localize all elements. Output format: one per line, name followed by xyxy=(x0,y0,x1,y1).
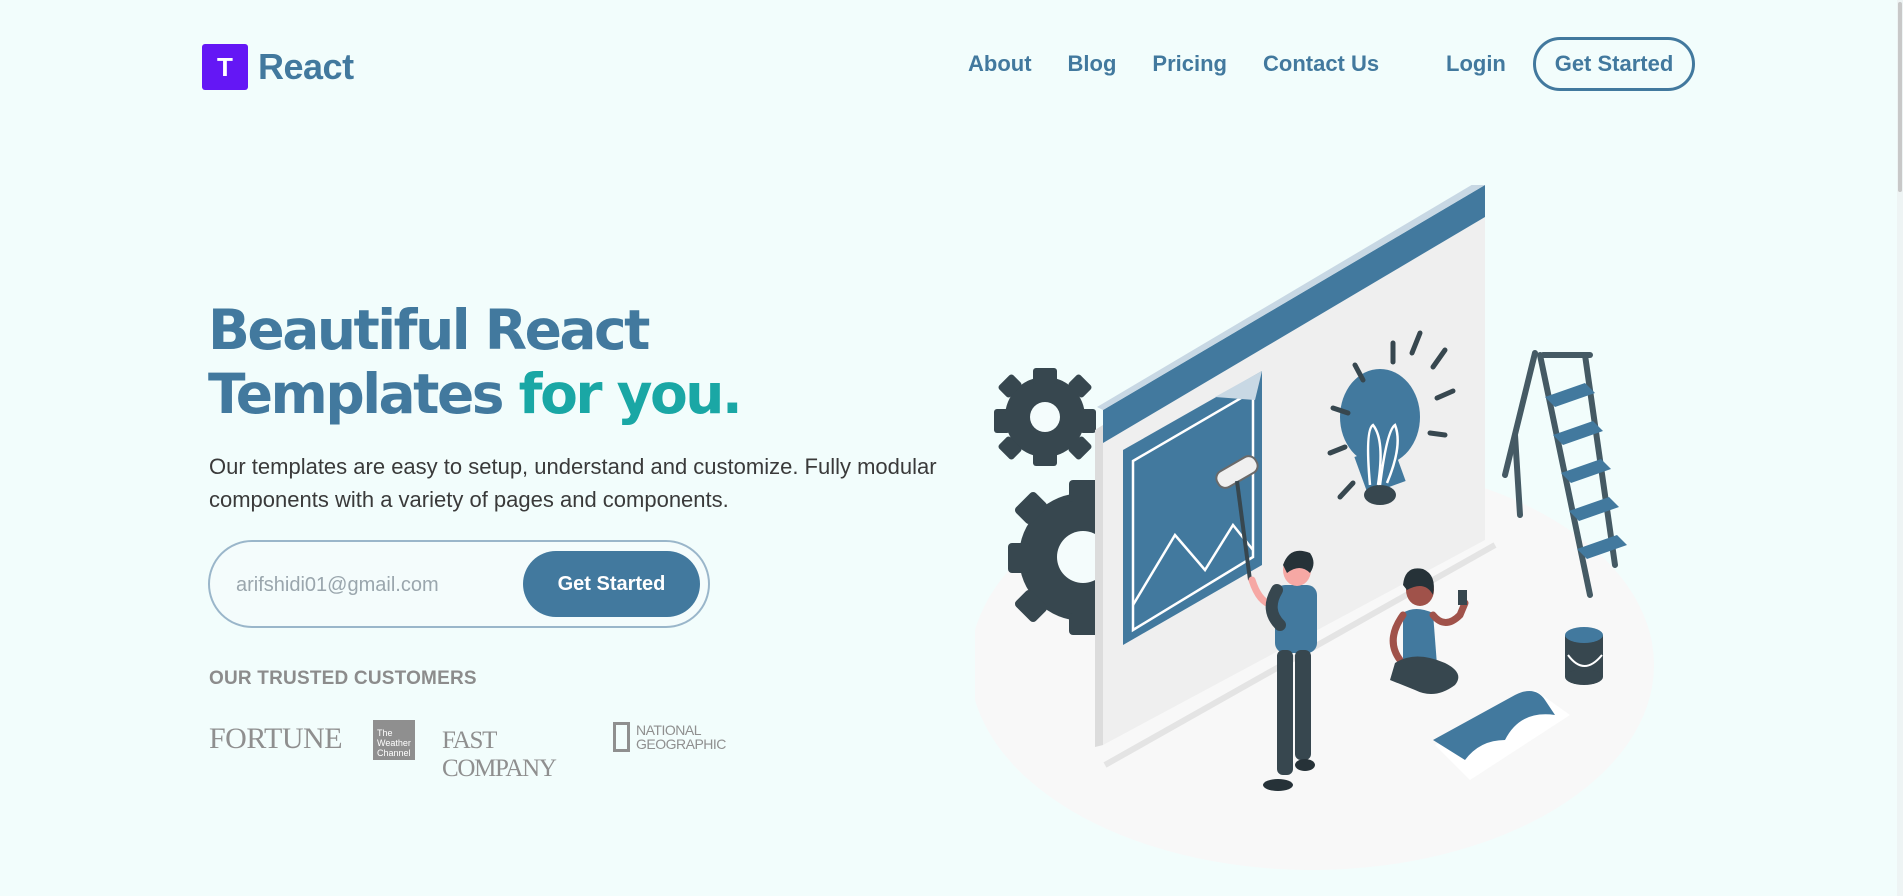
headline-line-1: Beautiful React xyxy=(208,298,650,362)
scrollbar-thumb[interactable] xyxy=(1898,2,1902,192)
hero-description: Our templates are easy to setup, underst… xyxy=(209,454,937,512)
trusted-customers-heading: OUR TRUSTED CUSTOMERS xyxy=(209,668,477,689)
logo-mark-icon: T xyxy=(202,44,248,90)
nav-link-contact[interactable]: Contact Us xyxy=(1263,51,1379,77)
nav-get-started-button[interactable]: Get Started xyxy=(1533,37,1695,91)
headline-line-2: Templates xyxy=(208,362,519,426)
nav-link-blog[interactable]: Blog xyxy=(1068,51,1117,77)
weather-channel-line-1: The xyxy=(377,728,393,738)
brand-name: React xyxy=(258,46,354,87)
signup-get-started-button[interactable]: Get Started xyxy=(523,551,700,617)
main-nav: About Blog Pricing Contact Us xyxy=(968,51,1379,77)
paint-bucket-icon xyxy=(1565,627,1603,685)
brand-logo[interactable]: T React xyxy=(202,44,354,90)
login-link[interactable]: Login xyxy=(1446,51,1506,77)
headline-accent: for you. xyxy=(518,362,743,426)
weather-channel-logo: The Weather Channel xyxy=(373,720,415,760)
gear-hole xyxy=(1030,402,1060,432)
browser-wall-edge xyxy=(1095,425,1103,747)
nav-link-pricing[interactable]: Pricing xyxy=(1152,51,1227,77)
hero-headline: Beautiful React Templates for you. xyxy=(208,298,743,426)
fast-company-logo: FAST COMPANY xyxy=(442,727,557,782)
page-scrollbar[interactable] xyxy=(1897,0,1903,896)
fortune-logo: FORTUNE xyxy=(209,722,343,755)
natgeo-frame-icon xyxy=(613,722,630,752)
weather-channel-line-2: Weather xyxy=(377,738,411,748)
natgeo-line-2: GEOGRAPHIC xyxy=(636,736,726,752)
email-input[interactable] xyxy=(234,564,498,606)
email-signup-form: Get Started xyxy=(208,540,710,628)
nav-link-about[interactable]: About xyxy=(968,51,1032,77)
weather-channel-line-3: Channel xyxy=(377,748,411,758)
painting-website-illustration-icon xyxy=(975,185,1654,870)
national-geographic-logo: NATIONAL GEOGRAPHIC xyxy=(613,722,726,752)
natgeo-text: NATIONAL GEOGRAPHIC xyxy=(636,723,726,751)
